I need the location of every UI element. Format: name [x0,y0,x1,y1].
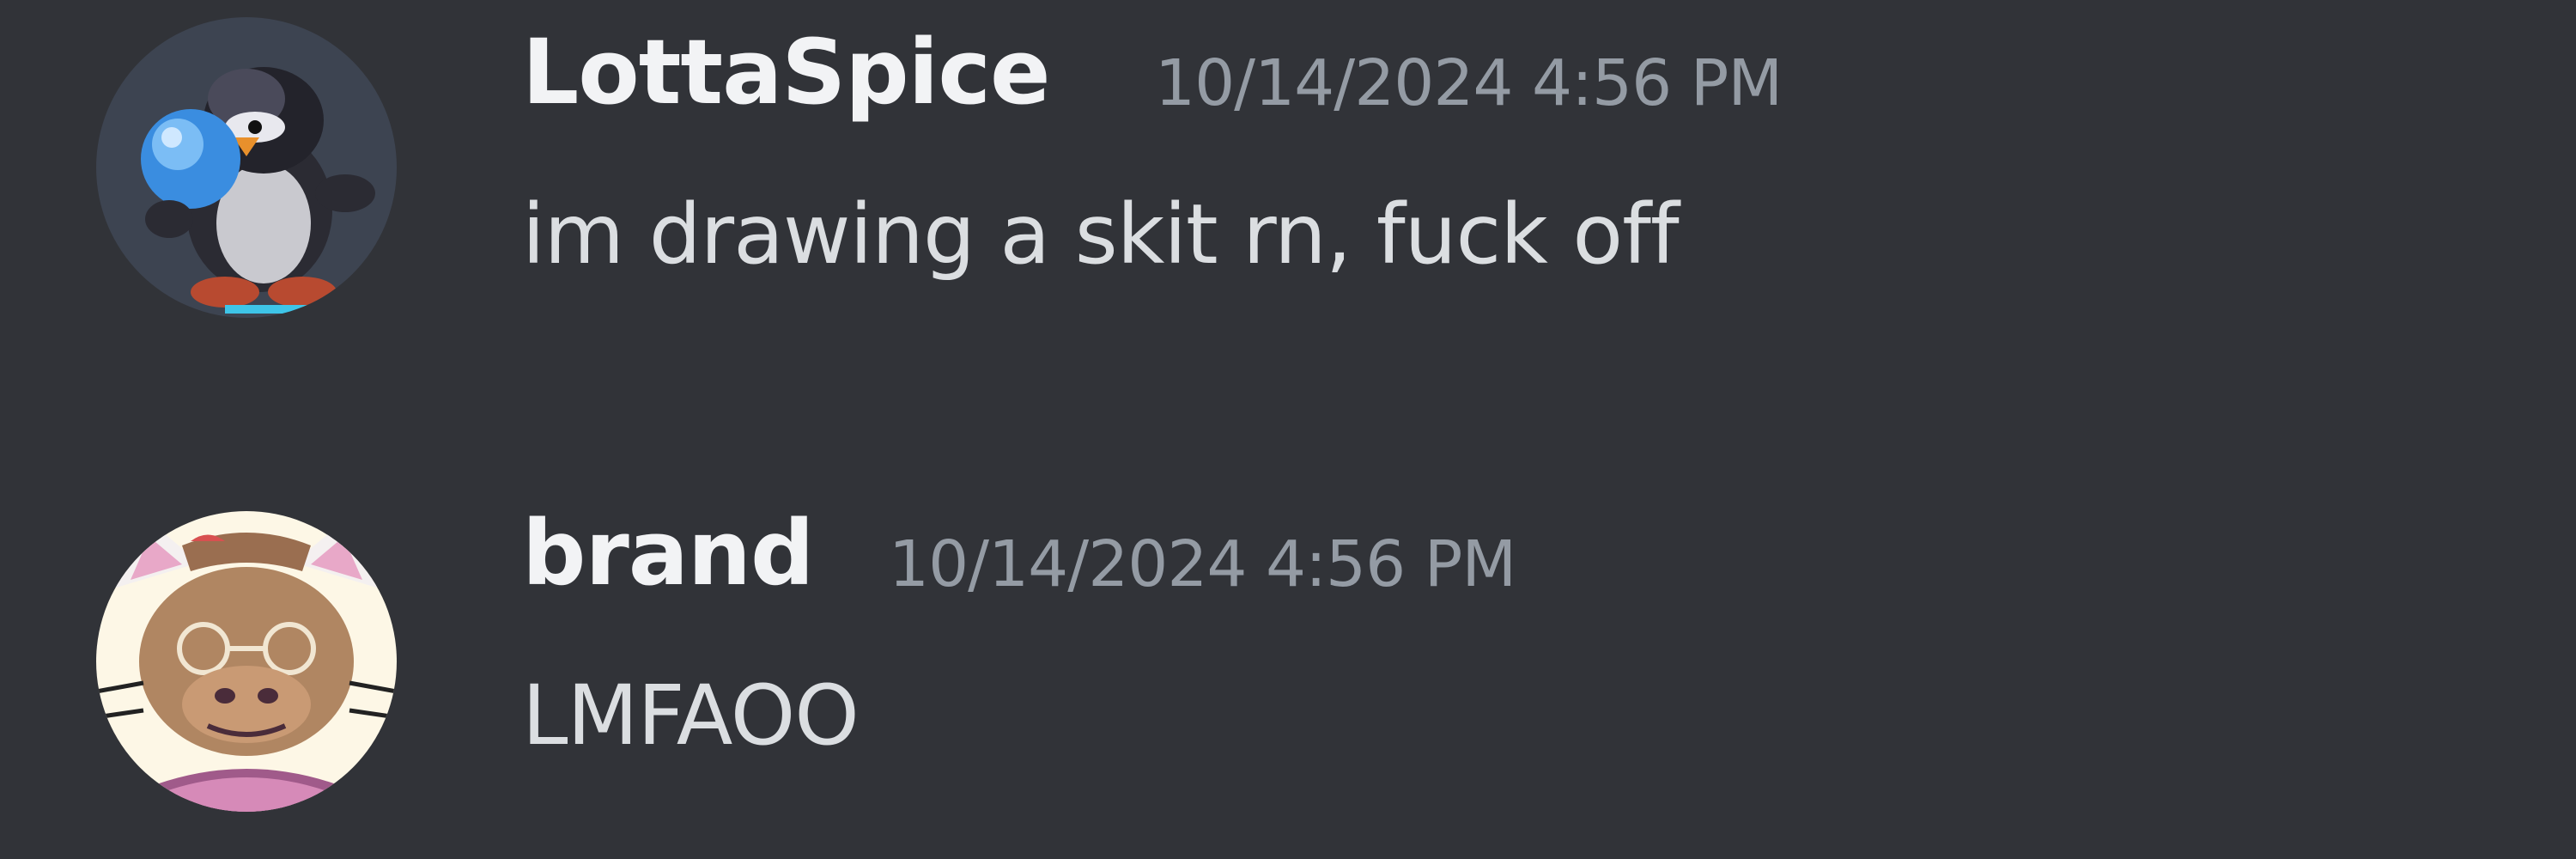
message-content: LMFAOO [522,667,860,764]
user-avatar-brand[interactable] [96,511,397,812]
message-item: LottaSpice 10/14/2024 4:56 PM im drawing… [0,17,2576,344]
user-avatar-lottaspice[interactable] [96,17,397,318]
message-timestamp: 10/14/2024 4:56 PM [1155,46,1783,120]
chat-messages: LottaSpice 10/14/2024 4:56 PM im drawing… [0,0,2576,859]
message-author[interactable]: brand [522,509,814,598]
penguin-avatar-icon [96,17,397,318]
message-timestamp: 10/14/2024 4:56 PM [889,527,1516,601]
message-content: im drawing a skit rn, fuck off [522,186,1680,283]
message-item: brand 10/14/2024 4:56 PM LMFAOO [0,498,2576,842]
message-author[interactable]: LottaSpice [522,27,1051,117]
cat-avatar-icon [96,511,397,812]
